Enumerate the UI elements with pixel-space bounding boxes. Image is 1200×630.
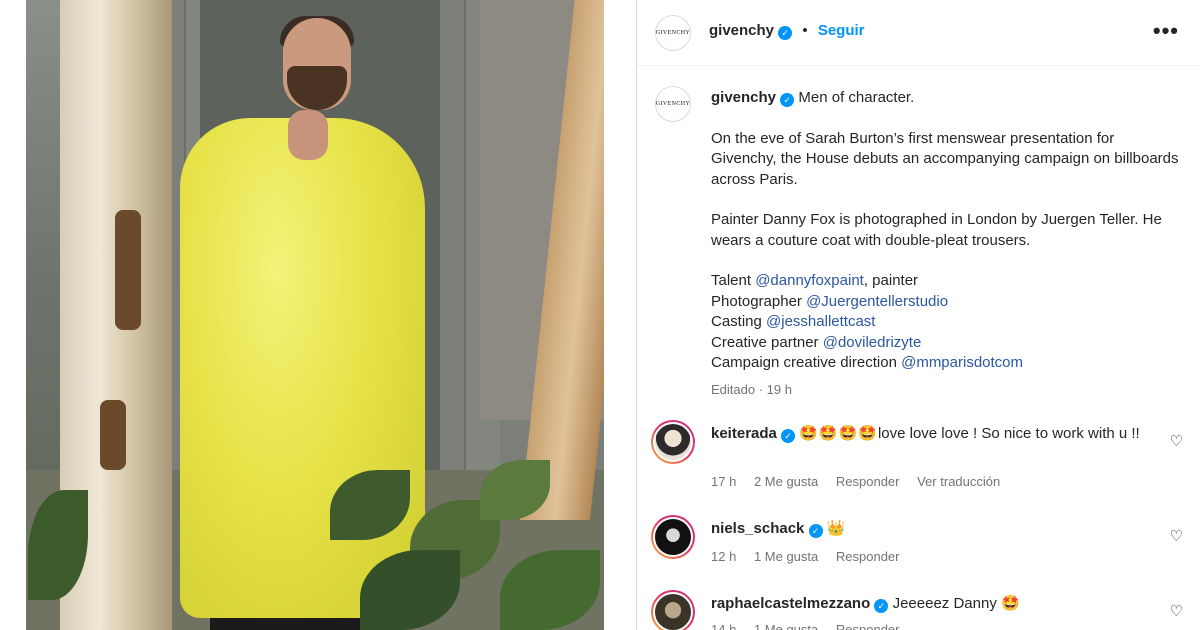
reply-button[interactable]: Responder: [836, 549, 900, 564]
post-header: GIVENCHY givenchy ✓ • Seguir •••: [637, 0, 1200, 66]
comment-time: 17 h: [711, 474, 737, 489]
comment-emoji: 👑: [826, 520, 847, 537]
givenchy-avatar[interactable]: GIVENCHY: [655, 15, 691, 51]
credit-line: Casting @jesshallettcast: [711, 312, 1181, 333]
comment-avatar[interactable]: [651, 590, 695, 630]
caption-credits: Talent @dannyfoxpaint, painter Photograp…: [711, 271, 1181, 374]
comment-item: raphaelcastelmezzano ✓ Jeeeeez Danny 🤩 1…: [651, 590, 1191, 630]
credit-line: Talent @dannyfoxpaint, painter: [711, 271, 1181, 292]
separator-dot: •: [802, 22, 808, 39]
comment-actions: 17 h 2 Me gusta Responder Ver traducción: [711, 474, 1014, 489]
comment-username[interactable]: keiterada: [711, 425, 777, 442]
post-side-panel: GIVENCHY givenchy ✓ • Seguir ••• GIVENCH…: [636, 0, 1200, 630]
comment-item: keiterada ✓ 🤩🤩🤩🤩love love love ! So nice…: [651, 420, 1191, 500]
comment-body: raphaelcastelmezzano ✓ Jeeeeez Danny 🤩: [711, 594, 1161, 614]
credit-label: Campaign creative direction: [711, 354, 902, 371]
heart-icon[interactable]: ♡: [1170, 432, 1183, 450]
verified-badge-icon: ✓: [781, 429, 796, 443]
photo-trunk-scar: [115, 210, 141, 330]
credit-line: Creative partner @doviledrizyte: [711, 333, 1181, 354]
heart-icon[interactable]: ♡: [1170, 602, 1183, 620]
credit-line: Photographer @Juergentellerstudio: [711, 292, 1181, 313]
verified-badge-icon: ✓: [808, 524, 823, 538]
credit-line: Campaign creative direction @mmparisdotc…: [711, 353, 1181, 374]
comment-actions: 12 h 1 Me gusta Responder: [711, 549, 914, 564]
comment-emoji: 🤩: [1001, 595, 1021, 612]
reply-button[interactable]: Responder: [836, 622, 900, 630]
header-user-line: givenchy ✓ • Seguir: [709, 22, 865, 40]
caption-username[interactable]: givenchy: [711, 89, 776, 106]
avatar-image: [653, 517, 693, 557]
comment-avatar[interactable]: [651, 515, 695, 559]
verified-badge-icon: ✓: [780, 93, 795, 107]
photo-right-margin: [604, 0, 636, 630]
credit-label: Creative partner: [711, 333, 823, 351]
caption-headline: Men of character.: [798, 89, 915, 106]
comment-actions: 14 h 1 Me gusta Responder: [711, 622, 914, 630]
credit-label: Casting: [711, 313, 767, 330]
comment-avatar[interactable]: [651, 420, 695, 464]
comment-emoji: 🤩🤩🤩🤩: [799, 425, 878, 442]
photo-person-hand: [288, 110, 328, 160]
mention-link[interactable]: @mmparisdotcom: [901, 354, 1023, 371]
credit-label: Talent: [711, 272, 756, 289]
caption-paragraph-2: Painter Danny Fox is photographed in Lon…: [711, 211, 1162, 249]
photo-trunk-scar: [100, 400, 126, 470]
avatar-image: [653, 592, 693, 630]
verified-badge-icon: ✓: [778, 26, 793, 40]
comment-text: love love love ! So nice to work with u …: [877, 425, 1140, 442]
mention-link[interactable]: @Juergentellerstudio: [806, 293, 948, 310]
post-caption: givenchy ✓ Men of character. On the eve …: [711, 88, 1181, 400]
avatar-logo-text: GIVENCHY: [655, 30, 691, 36]
photo-yellow-coat: [180, 118, 425, 618]
follow-button[interactable]: Seguir: [818, 22, 865, 39]
mention-link[interactable]: @dannyfoxpaint: [755, 272, 864, 289]
avatar-image: [653, 422, 693, 462]
heart-icon[interactable]: ♡: [1170, 527, 1183, 545]
comment-item: niels_schack ✓ 👑 12 h 1 Me gusta Respond…: [651, 515, 1191, 575]
reply-button[interactable]: Responder: [836, 474, 900, 489]
comment-username[interactable]: niels_schack: [711, 520, 804, 537]
comment-body: niels_schack ✓ 👑: [711, 519, 1161, 539]
comment-time: 14 h: [711, 622, 737, 630]
credit-suffix: , painter: [863, 272, 919, 289]
comment-username[interactable]: raphaelcastelmezzano: [711, 595, 870, 612]
mention-link[interactable]: @doviledrizyte: [823, 334, 922, 351]
credit-label: Photographer: [711, 292, 807, 310]
comment-body: keiterada ✓ 🤩🤩🤩🤩love love love ! So nice…: [711, 424, 1161, 444]
comment-time: 12 h: [711, 549, 737, 564]
comment-likes[interactable]: 1 Me gusta: [754, 549, 818, 564]
caption-avatar-logo-text: GIVENCHY: [655, 101, 691, 107]
translate-button[interactable]: Ver traducción: [917, 474, 1000, 489]
post-photo[interactable]: [0, 0, 636, 630]
mention-link[interactable]: @jesshallettcast: [766, 313, 875, 330]
photo-left-margin: [0, 0, 26, 630]
more-options-icon[interactable]: •••: [1153, 18, 1179, 44]
caption-avatar[interactable]: GIVENCHY: [655, 86, 691, 122]
caption-first-line: givenchy ✓ Men of character.: [711, 88, 1181, 109]
verified-badge-icon: ✓: [874, 599, 889, 613]
comment-likes[interactable]: 2 Me gusta: [754, 474, 818, 489]
header-username[interactable]: givenchy: [709, 22, 774, 39]
caption-paragraph-1: On the eve of Sarah Burton’s first mensw…: [711, 129, 1179, 188]
comment-text: Jeeeeez Danny: [892, 595, 1001, 612]
caption-edited-time: Editado · 19 h: [711, 381, 792, 397]
comment-likes[interactable]: 1 Me gusta: [754, 622, 818, 630]
